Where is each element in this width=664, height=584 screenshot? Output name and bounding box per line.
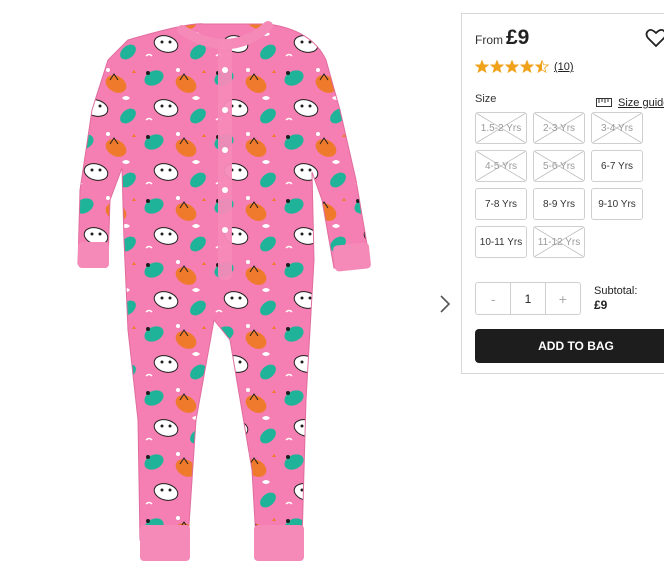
next-image-arrow-icon[interactable] (436, 292, 454, 316)
size-option-label: 6-7 Yrs (600, 160, 634, 172)
product-image (0, 0, 440, 579)
size-guide-label: Size guide (618, 97, 664, 109)
star-icon (475, 60, 490, 74)
pyjama-illustration (77, 21, 371, 561)
size-option-button[interactable]: 4-5 Yrs (475, 150, 527, 182)
size-option-button[interactable]: 5-6 Yrs (533, 150, 585, 182)
purchase-panel: From£9 (10) Size Size guide 1.5-2 Yrs2-3… (461, 13, 664, 374)
size-guide-link[interactable]: Size guide (596, 94, 664, 112)
size-option-button[interactable]: 10-11 Yrs (475, 226, 527, 258)
size-option-button[interactable]: 1.5-2 Yrs (475, 112, 527, 144)
size-option-label: 11-12 Yrs (537, 236, 581, 248)
star-rating (475, 60, 549, 74)
star-icon (489, 60, 505, 74)
star-icon (519, 60, 535, 74)
from-label: From (475, 33, 503, 47)
size-option-label: 3-4 Yrs (600, 122, 634, 134)
wishlist-heart-icon[interactable] (645, 28, 664, 48)
size-option-button[interactable]: 2-3 Yrs (533, 112, 585, 144)
review-count-link[interactable]: (10) (554, 61, 574, 73)
price-row: From £9 (475, 26, 529, 50)
rating-row: (10) (475, 60, 574, 74)
ruler-icon (596, 94, 612, 112)
subtotal: Subtotal: £9 (594, 284, 637, 312)
quantity-value[interactable]: 1 (510, 283, 546, 314)
quantity-decrease-button[interactable]: - (476, 283, 510, 314)
size-option-button[interactable]: 7-8 Yrs (475, 188, 527, 220)
size-option-label: 9-10 Yrs (598, 198, 636, 210)
size-option-label: 10-11 Yrs (479, 236, 523, 248)
size-option-button[interactable]: 11-12 Yrs (533, 226, 585, 258)
size-option-label: 7-8 Yrs (484, 198, 518, 210)
size-option-button[interactable]: 9-10 Yrs (591, 188, 643, 220)
size-option-button[interactable]: 8-9 Yrs (533, 188, 585, 220)
subtotal-label: Subtotal: (594, 285, 638, 297)
size-option-label: 4-5 Yrs (484, 160, 518, 172)
quantity-increase-button[interactable]: + (546, 283, 580, 314)
size-option-button[interactable]: 3-4 Yrs (591, 112, 643, 144)
size-option-button[interactable]: 6-7 Yrs (591, 150, 643, 182)
add-to-bag-button[interactable]: ADD TO BAG (475, 329, 664, 363)
size-label: Size (475, 93, 497, 105)
size-option-label: 8-9 Yrs (542, 198, 576, 210)
quantity-stepper: - 1 + (475, 282, 581, 315)
star-icon (534, 60, 549, 74)
subtotal-value: £9 (594, 298, 608, 312)
size-option-label: 1.5-2 Yrs (480, 122, 522, 134)
size-option-label: 5-6 Yrs (542, 160, 576, 172)
star-icon (504, 60, 520, 74)
size-option-label: 2-3 Yrs (542, 122, 576, 134)
product-price: £9 (506, 26, 530, 49)
